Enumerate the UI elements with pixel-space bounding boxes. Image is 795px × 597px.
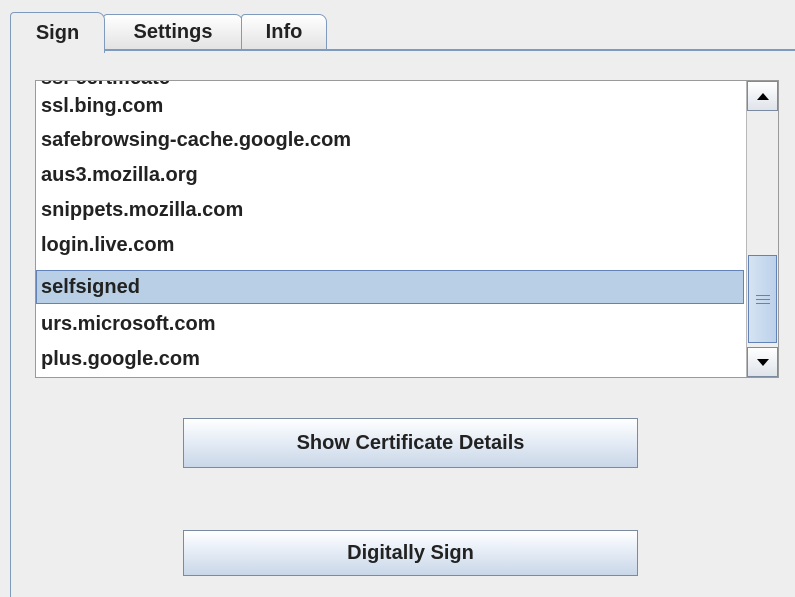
app-window: Sign Settings Info ssl-certificate ssl.b… [0,0,795,597]
tab-info[interactable]: Info [241,14,327,49]
scroll-thumb[interactable] [748,255,777,343]
scroll-down-button[interactable] [747,347,778,377]
tab-strip-divider [10,49,795,51]
grip-icon [755,298,770,300]
grip-icon [755,294,770,296]
list-item[interactable]: plus.google.com [36,342,744,376]
list-item-selected[interactable]: selfsigned [36,270,744,304]
show-certificate-details-button[interactable]: Show Certificate Details [183,418,638,468]
arrow-up-icon [756,92,769,100]
grip-icon [755,302,770,304]
arrow-down-icon [756,358,769,366]
tab-settings[interactable]: Settings [103,14,243,49]
list-item[interactable]: urs.microsoft.com [36,307,744,341]
scroll-track[interactable] [747,111,778,347]
vertical-scrollbar[interactable] [746,81,778,377]
list-item[interactable]: snippets.mozilla.com [36,193,744,227]
list-item[interactable]: aus3.mozilla.org [36,158,744,192]
digitally-sign-button[interactable]: Digitally Sign [183,530,638,576]
tab-sign[interactable]: Sign [10,12,105,53]
list-item[interactable]: safebrowsing-cache.google.com [36,123,744,157]
list-item[interactable]: login.live.com [36,228,744,262]
certificate-list[interactable]: ssl-certificate ssl.bing.com safebrowsin… [35,80,779,378]
scroll-up-button[interactable] [747,81,778,111]
certificate-list-viewport: ssl-certificate ssl.bing.com safebrowsin… [36,81,744,377]
list-item[interactable]: ssl.bing.com [36,89,744,123]
